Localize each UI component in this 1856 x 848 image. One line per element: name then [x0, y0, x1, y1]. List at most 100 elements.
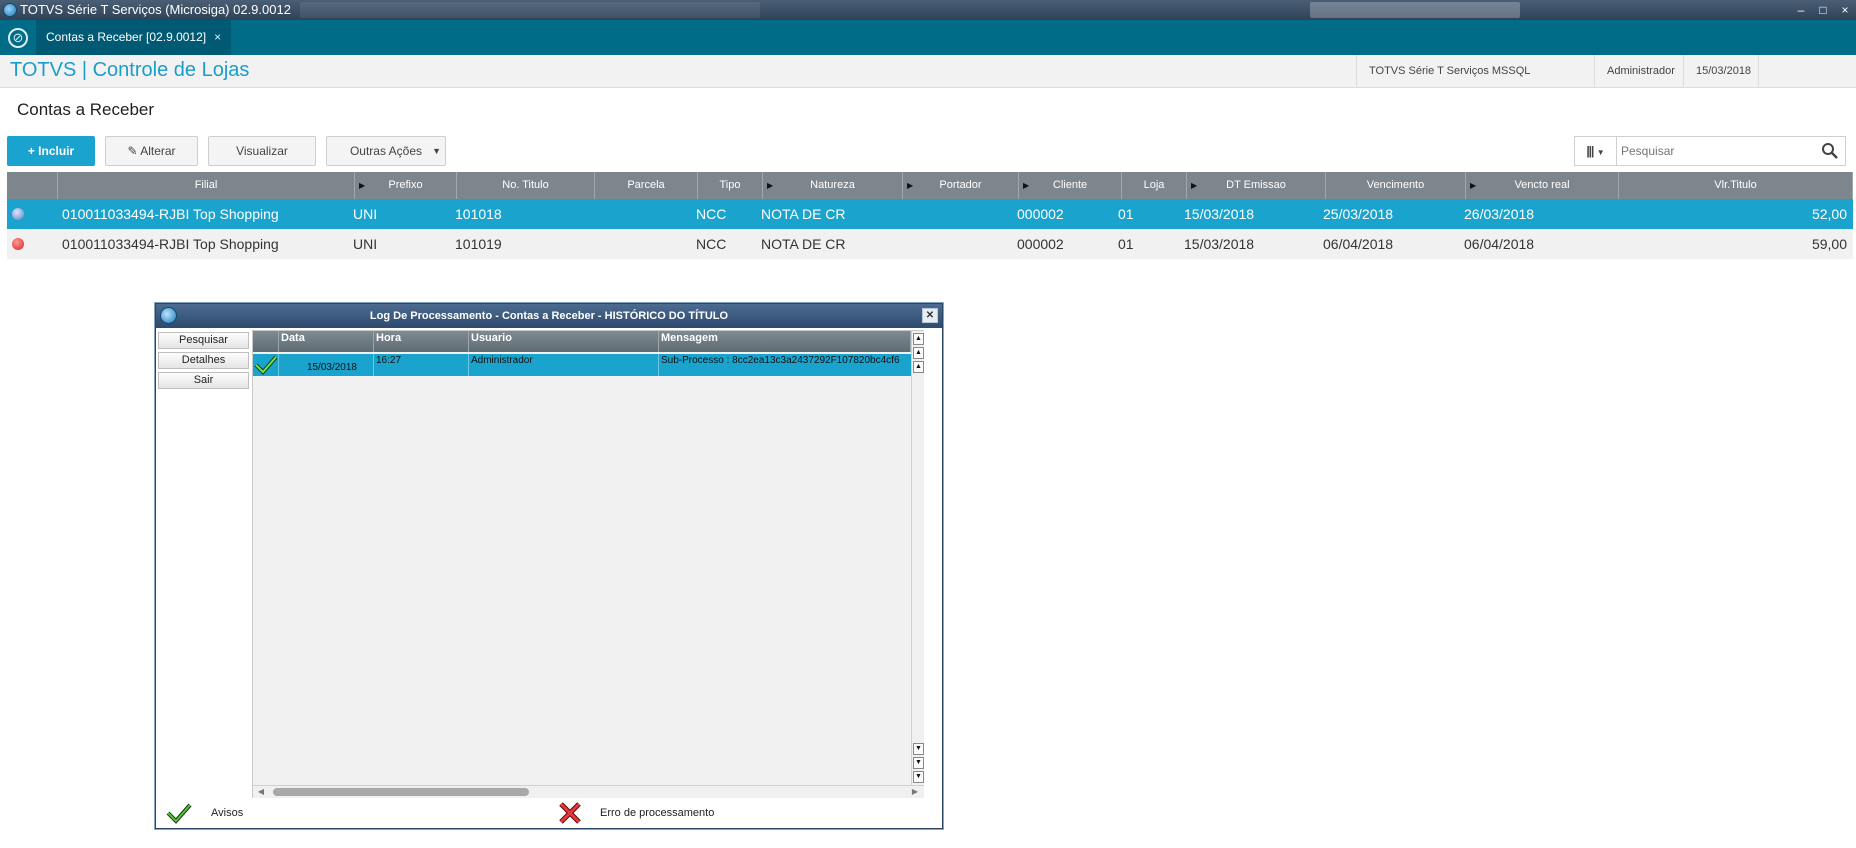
cell-parcela — [597, 229, 697, 259]
legend-erro: Erro de processamento — [558, 798, 798, 828]
log-row[interactable]: 15/03/2018 16:27 Administrador Sub-Proce… — [253, 354, 911, 376]
column-header-parcela[interactable]: Parcela — [595, 172, 698, 199]
column-header-tipo[interactable]: Tipo — [698, 172, 763, 199]
caret-down-icon: ▼ — [432, 146, 441, 156]
cell-filial: 010011033494-RJBI Top Shopping — [62, 236, 279, 252]
legend-avisos-label: Avisos — [211, 807, 244, 819]
column-header-status[interactable] — [7, 172, 58, 199]
environment-label: TOTVS Série T Serviços MSSQL — [1356, 55, 1593, 88]
log-column-header-data[interactable]: Data — [279, 331, 374, 352]
column-label: Portador — [939, 179, 982, 191]
cell-dt-emissao: 15/03/2018 — [1184, 206, 1255, 222]
log-column-header-hora[interactable]: Hora — [374, 331, 469, 352]
dialog-title-bar[interactable]: Log De Processamento - Contas a Receber … — [156, 304, 942, 328]
status-dot-red-icon — [12, 238, 24, 250]
log-grid-header: Data Hora Usuario Mensagem — [253, 331, 911, 352]
tab-close-icon[interactable]: × — [214, 30, 221, 44]
check-legend-icon — [166, 803, 192, 824]
caret-down-icon: ▼ — [1596, 148, 1605, 157]
columns-selector-button[interactable]: ||| ▼ — [1575, 137, 1617, 165]
column-label: Prefixo — [388, 179, 423, 191]
log-column-header-mensagem[interactable]: Mensagem — [659, 331, 911, 352]
expand-arrow-icon: ▶ — [1191, 181, 1198, 190]
maximize-button[interactable]: □ — [1812, 0, 1834, 20]
sair-button[interactable]: Sair — [158, 372, 249, 389]
detalhes-button[interactable]: Detalhes — [158, 352, 249, 369]
log-column-header-usuario[interactable]: Usuario — [469, 331, 659, 352]
scroll-right-icon[interactable]: ▶ — [909, 786, 921, 798]
log-cell-hora: 16:27 — [374, 354, 469, 376]
expand-arrow-icon: ▶ — [1023, 181, 1030, 190]
legend-erro-label: Erro de processamento — [600, 807, 715, 819]
incluir-button[interactable]: + Incluir — [7, 136, 95, 166]
expand-arrow-icon: ▶ — [907, 181, 914, 190]
cell-natureza: NOTA DE CR — [761, 236, 846, 252]
cell-prefixo: UNI — [353, 206, 378, 222]
column-header-dt-emissao[interactable]: ▶ DT Emissao — [1187, 172, 1326, 199]
scroll-up-icon[interactable]: ▲ — [913, 361, 924, 373]
table-row[interactable]: 010011033494-RJBI Top Shopping UNI 10101… — [7, 229, 1853, 259]
log-horizontal-scrollbar[interactable]: ◀ ▶ — [253, 785, 924, 798]
scroll-down-icon[interactable]: ▼ — [913, 743, 924, 755]
column-header-vencimento[interactable]: Vencimento — [1326, 172, 1466, 199]
outras-acoes-label: Outras Ações — [349, 144, 423, 158]
cell-loja: 01 — [1118, 236, 1134, 252]
column-label: Vencto real — [1514, 179, 1570, 191]
scroll-page-up-icon[interactable]: ▲ — [913, 347, 924, 359]
cell-cliente: 000002 — [1017, 236, 1064, 252]
search-input[interactable] — [1621, 141, 1811, 161]
column-label: DT Emissao — [1226, 179, 1286, 191]
cell-vencimento: 25/03/2018 — [1323, 206, 1394, 222]
plus-icon: + — [27, 144, 35, 158]
minimize-button[interactable]: – — [1790, 0, 1812, 20]
pesquisar-button[interactable]: Pesquisar — [158, 332, 249, 349]
log-column-header-status[interactable] — [253, 331, 279, 352]
totvs-app-icon — [3, 3, 17, 17]
expand-arrow-icon: ▶ — [767, 181, 774, 190]
log-cell-data: 15/03/2018 — [279, 354, 374, 376]
background-taskbar-items — [300, 2, 760, 18]
cell-tipo: NCC — [696, 236, 727, 252]
column-header-prefixo[interactable]: ▶ Prefixo — [355, 172, 457, 199]
window-title: TOTVS Série T Serviços (Microsiga) 02.9.… — [20, 2, 291, 17]
app-header: TOTVS | Controle de Lojas TOTVS Série T … — [0, 55, 1856, 88]
cell-no-titulo: 101019 — [455, 236, 502, 252]
table-row[interactable]: 010011033494-RJBI Top Shopping UNI 10101… — [7, 199, 1853, 229]
log-vertical-scrollbar[interactable]: ▲ ▲ ▲ ▼ ▼ ▼ — [911, 331, 924, 785]
close-window-button[interactable]: × — [1834, 0, 1856, 20]
column-header-natureza[interactable]: ▶ Natureza — [763, 172, 903, 199]
cell-parcela — [597, 199, 697, 229]
power-home-icon[interactable]: ⊘ — [8, 28, 28, 48]
scroll-left-icon[interactable]: ◀ — [255, 786, 267, 798]
column-header-no-titulo[interactable]: No. Titulo — [457, 172, 595, 199]
grid-header: Filial ▶ Prefixo No. Titulo Parcela Tipo … — [7, 172, 1853, 199]
log-grid: Data Hora Usuario Mensagem 15/03/2018 16… — [252, 330, 924, 798]
tab-label: Contas a Receber [02.9.0012] — [46, 30, 207, 44]
totvs-logo-icon — [160, 307, 177, 324]
column-header-portador[interactable]: ▶ Portador — [903, 172, 1019, 199]
tab-contas-a-receber[interactable]: Contas a Receber [02.9.0012] × — [36, 20, 232, 55]
outras-acoes-button[interactable]: Outras Ações ▼ — [326, 136, 446, 166]
cell-portador — [903, 199, 1017, 229]
scroll-top-icon[interactable]: ▲ — [913, 333, 924, 345]
column-header-vencto-real[interactable]: ▶ Vencto real — [1466, 172, 1619, 199]
column-header-filial[interactable]: Filial — [58, 172, 355, 199]
expand-arrow-icon: ▶ — [1470, 181, 1477, 190]
visualizar-button[interactable]: Visualizar — [208, 136, 316, 166]
background-taskbar-item-active — [1310, 2, 1520, 18]
dialog-close-button[interactable]: ✕ — [922, 308, 938, 323]
horizontal-scroll-thumb[interactable] — [273, 788, 529, 796]
log-cell-mensagem: Sub-Processo : 8cc2ea13c3a2437292F107820… — [661, 355, 900, 366]
alterar-button[interactable]: ✎ Alterar — [105, 136, 198, 166]
cell-vencto-real: 06/04/2018 — [1464, 236, 1535, 252]
column-header-loja[interactable]: Loja — [1122, 172, 1187, 199]
date-label: 15/03/2018 — [1683, 55, 1759, 88]
column-header-cliente[interactable]: ▶ Cliente — [1019, 172, 1122, 199]
search-box: ||| ▼ — [1574, 136, 1846, 166]
scroll-bottom-icon[interactable]: ▼ — [913, 771, 924, 783]
cell-vencimento: 06/04/2018 — [1323, 236, 1394, 252]
column-header-vlr-titulo[interactable]: Vlr.Titulo — [1619, 172, 1853, 199]
scroll-page-down-icon[interactable]: ▼ — [913, 757, 924, 769]
alterar-label: Alterar — [140, 144, 176, 158]
search-icon[interactable] — [1821, 142, 1839, 160]
